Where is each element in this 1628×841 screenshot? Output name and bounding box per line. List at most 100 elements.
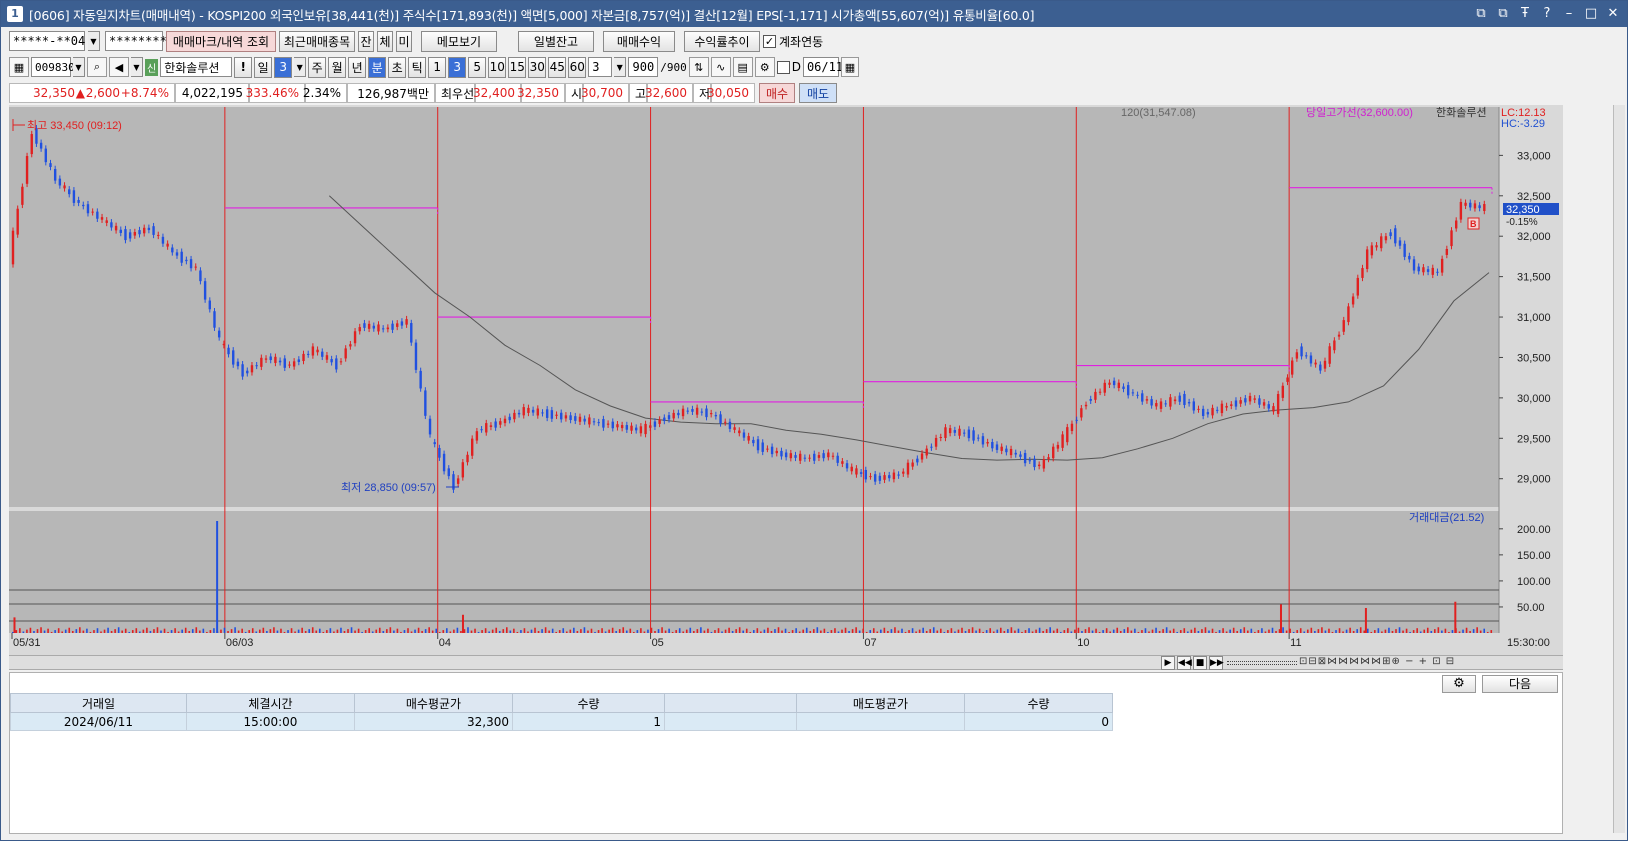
daily-balance-button[interactable]: 일별잔고 [518,30,594,52]
volume-bar [407,628,409,633]
period-week-button[interactable]: 주 [308,56,327,78]
search-icon[interactable]: ⌕ [87,57,107,77]
vertical-scrollbar[interactable] [1613,105,1625,833]
volume-bar [682,631,685,633]
volume-bar [357,628,360,633]
period-day-button[interactable]: 일 [254,56,273,78]
candle-body [939,436,942,438]
balance-button[interactable]: 잔 [358,30,374,52]
candle-body [1276,393,1280,414]
link-window-icon[interactable]: ⧉ [1473,5,1489,22]
day-count-field[interactable]: 3 [274,56,293,78]
volume-bar [932,627,935,633]
interval-input[interactable]: 3 [588,57,613,77]
chart-svg[interactable]: 33,000 32,500 32,000 31,500 31,000 30,500 30,0… [9,105,1563,655]
data-count-input[interactable]: 900 [628,57,659,77]
scroll-first-icon[interactable]: ◀◀ [1177,656,1192,670]
volume-bar [728,627,730,633]
volume-bar [1310,627,1313,633]
volume-bar [1031,631,1034,633]
unexecuted-button[interactable]: 미 [396,30,412,52]
title-bar[interactable]: 1 [0606] 자동일지차트(매매내역) - KOSPI200 외국인보유[3… [1,1,1627,27]
volume-bar [580,629,582,633]
trade-profit-button[interactable]: 매매수익 [603,30,675,52]
interval-10-button[interactable]: 10 [488,56,507,78]
table-row[interactable]: 2024/06/11 15:00:00 32,300 1 0 [10,712,1113,731]
stock-name-field[interactable]: 한화솔루션 [160,57,233,77]
executed-button[interactable]: 체 [377,30,393,52]
high-annotation: 최고 33,450 (09:12) [27,119,122,132]
period-second-button[interactable]: 초 [388,56,407,78]
candle-body [756,439,760,451]
volume-bar [26,629,28,633]
scale-icon[interactable]: ⇅ [688,57,709,77]
yield-trend-button[interactable]: 수익률추이 [684,30,760,52]
settings-icon[interactable]: ⚙ [754,57,775,77]
sound-icon[interactable]: ◀ [109,57,129,77]
interval-3-button[interactable]: 3 [448,56,467,78]
interval-60-button[interactable]: 60 [568,56,587,78]
pin-icon[interactable]: Ŧ [1517,5,1533,22]
account-input[interactable]: *****-**04 [9,31,85,51]
buy-button[interactable]: 매수 [759,83,795,103]
day-count-dropdown-icon[interactable]: ▼ [294,57,307,77]
interval-5-button[interactable]: 5 [468,56,487,78]
interval-1-button[interactable]: 1 [428,56,447,78]
candle-body [1131,392,1135,394]
sell-button[interactable]: 매도 [799,83,837,103]
candle-body [1309,355,1313,364]
help-icon[interactable]: ? [1539,5,1555,22]
next-button[interactable]: 다음 [1482,675,1558,693]
scroll-right-icon[interactable]: ▶ [1161,656,1175,670]
scroll-thumb[interactable] [1227,661,1297,665]
candle-body [827,452,830,458]
save-icon[interactable]: ▤ [732,57,753,77]
gear-icon[interactable]: ⚙ [1442,675,1476,693]
recent-trades-button[interactable]: 최근매매종목 [279,30,355,52]
candle-body [1459,201,1463,220]
account-dropdown-icon[interactable]: ▼ [88,31,100,51]
password-input[interactable]: ******** [105,31,167,51]
date-input[interactable]: 06/11 [802,57,843,77]
volume-bar [1437,627,1440,633]
trade-mark-button[interactable]: 매매마크/내역 조회 [166,30,276,52]
period-minute-button[interactable]: 분 [368,56,387,78]
memo-button[interactable]: 메모보기 [421,30,497,52]
cell-buy-qty: 1 [512,712,665,731]
interval-15-button[interactable]: 15 [508,56,527,78]
stock-chart[interactable]: 33,000 32,500 32,000 31,500 31,000 30,500 30,0… [9,105,1563,655]
stock-code-input[interactable]: 009830 [31,57,75,77]
volume-bar [449,631,452,633]
interval-30-button[interactable]: 30 [528,56,547,78]
chart-tools-icon[interactable]: ⊡⊟⊠⋈⋈⋈⋈⋈⊞⊕ − + ⊡ ⊟ [1299,656,1455,667]
layout-icon[interactable]: ▦ [9,57,29,77]
copy-window-icon[interactable]: ⧉ [1495,5,1511,22]
calendar-icon[interactable]: ▦ [840,57,859,77]
candle-body [564,415,568,419]
stock-code-dropdown-icon[interactable]: ▼ [73,57,85,77]
candle-body [738,430,741,434]
warning-button[interactable]: ! [234,56,253,78]
candle-body [358,327,361,332]
volume-bar [541,629,543,633]
scroll-last-icon[interactable]: ▶▶ [1209,656,1224,670]
period-month-button[interactable]: 월 [328,56,347,78]
volume-bar [1211,628,1214,633]
sound-dropdown-icon[interactable]: ▼ [131,57,143,77]
period-tick-button[interactable]: 틱 [408,56,427,78]
candle-body [906,462,910,475]
volume-bar [255,631,258,633]
maximize-icon[interactable]: □ [1583,5,1599,22]
interval-45-button[interactable]: 45 [548,56,567,78]
period-year-button[interactable]: 년 [348,56,367,78]
chart-scroll-bar[interactable]: ▶ ◀◀ ■ ▶▶ ⊡⊟⊠⋈⋈⋈⋈⋈⊞⊕ − + ⊡ ⊟ [9,655,1563,670]
minimize-icon[interactable]: – [1561,5,1577,22]
volume-bar [791,630,794,633]
drawing-tool-icon[interactable]: ∿ [710,57,731,77]
scroll-stop-icon[interactable]: ■ [1193,656,1207,670]
account-link-checkbox[interactable]: ✓ [763,34,776,48]
date-checkbox[interactable] [776,60,790,74]
volume-bar [502,629,505,633]
close-icon[interactable]: ✕ [1605,5,1621,22]
interval-dropdown-icon[interactable]: ▼ [614,57,627,77]
